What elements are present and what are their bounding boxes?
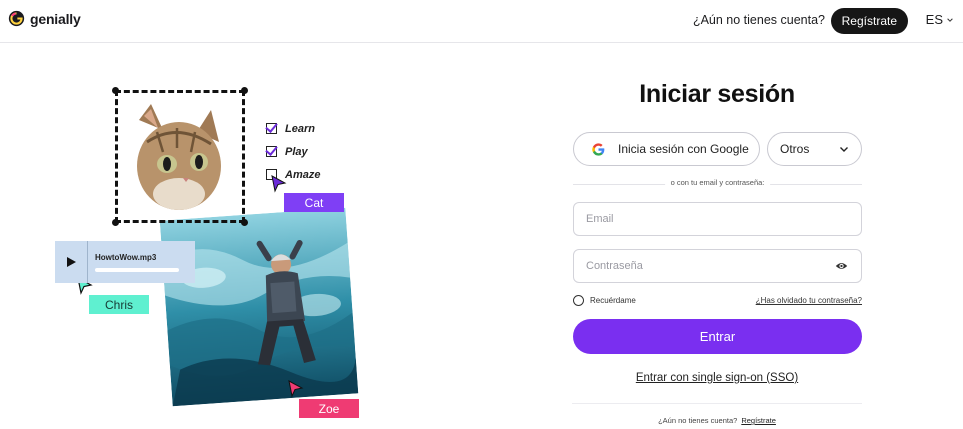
bottom-register-link[interactable]: Regístrate — [741, 416, 776, 425]
pink-cursor-icon — [288, 380, 304, 398]
audio-player: HowtoWow.mp3 — [55, 241, 195, 283]
frame-handle — [241, 87, 248, 94]
others-dropdown[interactable]: Otros — [767, 132, 862, 166]
person-photo — [159, 207, 359, 407]
checklist-label: Learn — [285, 122, 315, 135]
audio-filename: HowtoWow.mp3 — [95, 252, 157, 262]
chevron-down-icon — [947, 17, 953, 22]
checklist-label: Amaze — [285, 168, 321, 181]
language-selector[interactable]: ES — [926, 12, 954, 27]
checklist-item: Play — [266, 140, 320, 163]
audio-progress-bar — [95, 267, 179, 272]
frame-handle — [112, 87, 119, 94]
google-signin-button[interactable]: Inicia sesión con Google — [573, 132, 760, 166]
google-icon — [592, 142, 605, 156]
checkbox-checked-icon — [266, 123, 277, 134]
cat-tag: Cat — [284, 193, 344, 212]
no-account-text: ¿Aún no tienes cuenta? — [692, 13, 825, 27]
register-button[interactable]: Regístrate — [830, 8, 908, 34]
remember-me[interactable]: Recuérdame — [573, 295, 636, 306]
divider-line — [572, 403, 862, 404]
genially-logo[interactable]: genially — [8, 10, 81, 27]
cat-image — [127, 102, 227, 219]
chevron-down-icon — [840, 147, 848, 152]
divider: o con tu email y contraseña: — [573, 178, 862, 190]
show-password-eye-icon[interactable] — [835, 260, 848, 272]
password-field[interactable] — [573, 249, 862, 283]
enter-button[interactable]: Entrar — [573, 319, 862, 354]
audio-info: HowtoWow.mp3 — [88, 253, 179, 272]
others-label: Otros — [780, 142, 810, 156]
bottom-prompt-text: ¿Aún no tienes cuenta? — [658, 416, 738, 425]
google-signin-label: Inicia sesión con Google — [618, 142, 749, 156]
language-label: ES — [925, 12, 943, 27]
sso-link[interactable]: Entrar con single sign-on (SSO) — [572, 372, 862, 384]
zoe-tag: Zoe — [299, 399, 359, 418]
genially-logo-icon — [8, 10, 25, 27]
divider-text: o con tu email y contraseña: — [664, 178, 771, 187]
checklist-item: Learn — [266, 117, 320, 140]
brand-name: genially — [30, 10, 81, 27]
forgot-password-link[interactable]: ¿Has olvidado tu contraseña? — [756, 296, 862, 305]
chris-tag: Chris — [89, 295, 149, 314]
remember-radio[interactable] — [573, 295, 584, 306]
checklist-label: Play — [285, 145, 308, 158]
top-bar: genially ¿Aún no tienes cuenta? Regístra… — [0, 0, 963, 43]
frame-handle — [112, 219, 119, 226]
remember-label: Recuérdame — [590, 296, 636, 305]
purple-cursor-icon — [271, 175, 287, 193]
bottom-register-prompt: ¿Aún no tienes cuenta? Regístrate — [572, 416, 862, 425]
frame-handle — [241, 219, 248, 226]
hero-illustration: Learn Play Amaze Cat Chris Zoe HowtoWow.… — [0, 44, 480, 429]
play-icon — [55, 241, 88, 283]
page-title: Iniciar sesión — [639, 80, 795, 108]
email-field[interactable] — [573, 202, 862, 236]
checkbox-checked-icon — [266, 146, 277, 157]
